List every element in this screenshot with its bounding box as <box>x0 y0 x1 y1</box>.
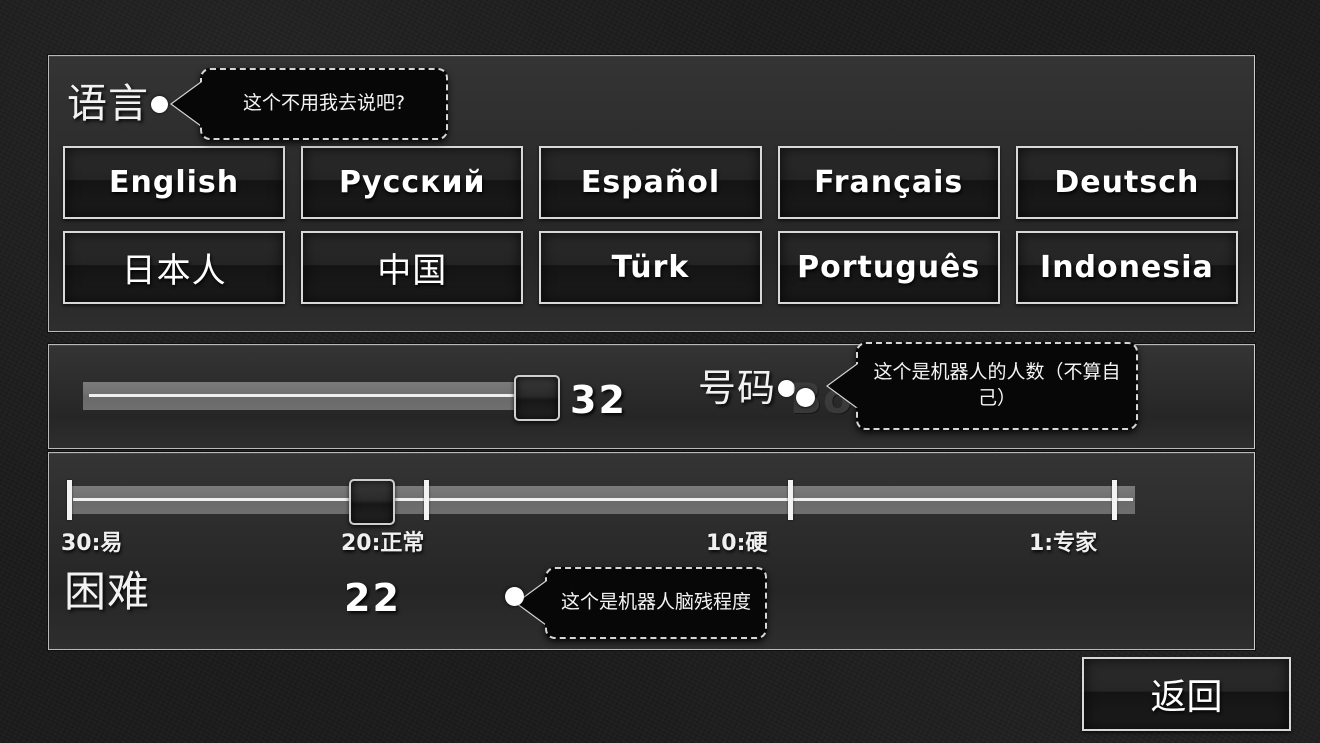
difficulty-slider-handle[interactable] <box>349 479 395 525</box>
bot-count-value: 32 <box>570 378 627 422</box>
language-button-label: English <box>109 165 240 200</box>
tooltip-text: 这个是机器人的人数（不算自己） <box>873 361 1121 409</box>
difficulty-tick-1 <box>424 480 429 520</box>
bot-count-slider-handle[interactable] <box>514 375 560 421</box>
language-button-russian[interactable]: Русский <box>301 146 524 219</box>
tooltip-text: 这个不用我去说吧? <box>242 92 406 115</box>
difficulty-value: 22 <box>344 576 401 620</box>
language-button-grid: English Русский Español Français Deutsch… <box>63 146 1238 304</box>
tooltip-bot-count: 这个是机器人的人数（不算自己） <box>828 342 1138 430</box>
difficulty-tick-3 <box>1112 480 1117 520</box>
bot-count-label: 号码 <box>698 366 796 410</box>
difficulty-slider-track[interactable] <box>67 486 1135 514</box>
difficulty-tooltip-dot-icon <box>505 587 524 606</box>
language-anchor-dot-icon <box>151 95 168 113</box>
difficulty-label: 困难 <box>64 571 150 613</box>
tooltip-arrow-icon <box>517 581 547 625</box>
language-button-portuguese[interactable]: Português <box>777 231 1000 304</box>
tooltip-arrow-icon <box>172 82 202 126</box>
difficulty-tick-label-expert: 1:专家 <box>1029 531 1098 556</box>
tooltip-difficulty: 这个是机器人脑残程度 <box>517 567 767 639</box>
difficulty-tick-2 <box>788 480 793 520</box>
language-button-label: Deutsch <box>1054 165 1200 200</box>
language-button-indonesian[interactable]: Indonesia <box>1015 231 1238 304</box>
difficulty-tick-label-normal: 20:正常 <box>341 531 425 556</box>
tooltip-arrow-icon <box>828 364 858 408</box>
language-button-label: 中国 <box>377 251 448 291</box>
language-button-spanish[interactable]: Español <box>539 146 762 219</box>
back-button-label: 返回 <box>1150 677 1223 718</box>
difficulty-tick-0 <box>67 480 72 520</box>
difficulty-label-text: 困难 <box>64 567 151 616</box>
bot-count-label-text: 号码 <box>698 366 777 410</box>
language-button-label: Português <box>797 250 981 285</box>
language-button-turkish[interactable]: Türk <box>539 231 762 304</box>
bot-count-anchor-dot-icon <box>778 380 796 397</box>
language-button-japanese[interactable]: 日本人 <box>63 231 286 304</box>
language-button-label: Indonesia <box>1040 250 1214 285</box>
bot-count-slider-track[interactable] <box>83 382 555 410</box>
tooltip-language: 这个不用我去说吧? <box>172 68 448 140</box>
difficulty-tick-label-easy: 30:易 <box>61 531 123 556</box>
language-button-chinese[interactable]: 中国 <box>301 231 524 304</box>
language-button-label: Türk <box>611 250 690 285</box>
language-button-german[interactable]: Deutsch <box>1015 146 1238 219</box>
difficulty-tick-label-hard: 10:硬 <box>706 531 768 556</box>
tooltip-text: 这个是机器人脑残程度 <box>561 591 752 614</box>
language-button-label: Français <box>814 165 964 200</box>
settings-screen: 语言 English Русский Español Français Deut… <box>0 0 1320 743</box>
language-title-text: 语言 <box>67 81 149 127</box>
language-button-label: 日本人 <box>121 251 227 291</box>
language-button-french[interactable]: Français <box>777 146 1000 219</box>
language-button-english[interactable]: English <box>63 146 286 219</box>
language-button-label: Русский <box>339 165 486 200</box>
back-button[interactable]: 返回 <box>1082 657 1291 731</box>
language-button-label: Español <box>580 165 721 200</box>
language-section-title: 语言 <box>67 84 168 124</box>
bot-count-tooltip-dot-icon <box>796 388 815 407</box>
